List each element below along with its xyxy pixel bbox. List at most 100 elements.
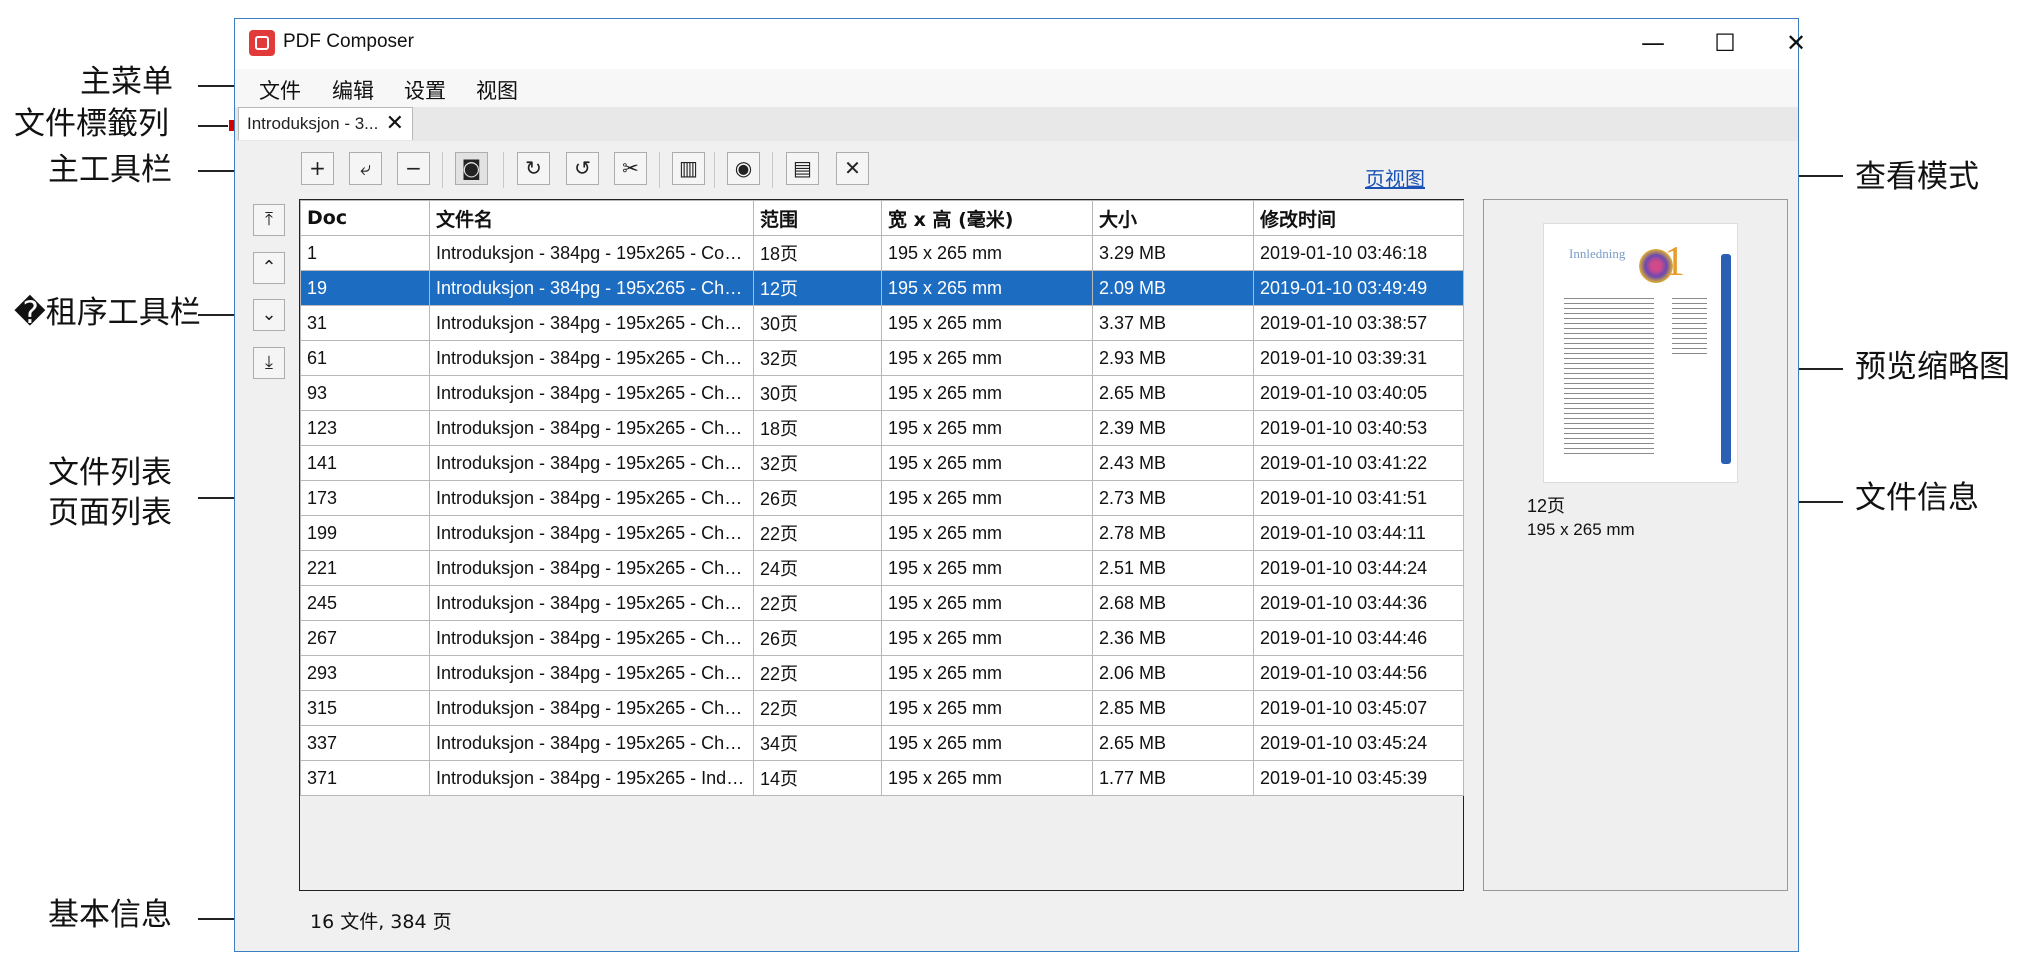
rotate-right-button[interactable]: ↻	[517, 152, 550, 185]
table-cell: 18页	[753, 235, 882, 271]
document-tab[interactable]: Introduksjon - 3... ✕	[238, 107, 413, 140]
table-row[interactable]: 93 Introduksjon - 384pg - 195x265 - Chapt…	[300, 375, 1464, 411]
pdf-app-icon	[249, 30, 275, 56]
preview-page-size: 195 x 265 mm	[1527, 520, 1635, 539]
table-cell: 2019-01-10 03:44:36	[1253, 585, 1464, 621]
table-row[interactable]: 61 Introduksjon - 384pg - 195x265 - Chapt…	[300, 340, 1464, 376]
menu-edit[interactable]: 编辑	[332, 75, 374, 105]
table-cell: 2019-01-10 03:44:56	[1253, 655, 1464, 691]
table-cell: 195 x 265 mm	[881, 690, 1093, 726]
table-header: Doc 文件名 范围宽 x 高 (毫米) 大小 修改时间	[300, 200, 1464, 236]
menu-settings[interactable]: 设置	[404, 75, 446, 105]
table-row[interactable]: 31 Introduksjon - 384pg - 195x265 - Chapt…	[300, 305, 1464, 341]
table-cell: 141	[300, 445, 430, 481]
maximize-button[interactable]: ☐	[1690, 23, 1760, 63]
table-cell: Introduksjon - 384pg - 195x265 - Chapter…	[429, 480, 754, 516]
cut-button[interactable]: ✂	[614, 152, 647, 185]
column-header[interactable]: 修改时间	[1253, 200, 1464, 236]
tab-close-icon[interactable]: ✕	[386, 110, 404, 136]
table-row[interactable]: 141 Introduksjon - 384pg - 195x265 - Chap…	[300, 445, 1464, 481]
table-cell: 32页	[753, 340, 882, 376]
table-cell: 267	[300, 620, 430, 656]
snapshot-button[interactable]: ◙	[455, 152, 488, 185]
close-button[interactable]: ✕	[1761, 23, 1831, 63]
table-row[interactable]: 1 Introduksjon - 384pg - 195x265 - Cover …	[300, 235, 1464, 271]
rotate-left-button[interactable]: ↺	[566, 152, 599, 185]
preview-button[interactable]: ◉	[727, 152, 760, 185]
table-row[interactable]: 267 Introduksjon - 384pg - 195x265 - Chap…	[300, 620, 1464, 656]
table-cell: 195 x 265 mm	[881, 480, 1093, 516]
table-row[interactable]: 123 Introduksjon - 384pg - 195x265 - Chap…	[300, 410, 1464, 446]
table-cell: 371	[300, 760, 430, 796]
toolbar-separator	[659, 152, 660, 188]
menu-view[interactable]: 视图	[476, 75, 518, 105]
move-to-top-button[interactable]: ⤒	[253, 204, 285, 236]
table-cell: 195 x 265 mm	[881, 760, 1093, 796]
table-cell: 30页	[753, 305, 882, 341]
table-cell: 2.36 MB	[1092, 620, 1254, 656]
table-body: 1 Introduksjon - 384pg - 195x265 - Cover …	[300, 235, 1464, 796]
column-header[interactable]: 文件名	[429, 200, 754, 236]
toolbar-separator	[442, 152, 443, 188]
callout-main-toolbar: 主工具栏	[48, 152, 172, 188]
table-row[interactable]: 293 Introduksjon - 384pg - 195x265 - Chap…	[300, 655, 1464, 691]
table-row[interactable]: 199 Introduksjon - 384pg - 195x265 - Chap…	[300, 515, 1464, 551]
table-cell: Introduksjon - 384pg - 195x265 - Chapter…	[429, 375, 754, 411]
table-cell: 22页	[753, 690, 882, 726]
remove-button[interactable]: −	[397, 152, 430, 185]
column-header[interactable]: 大小	[1092, 200, 1254, 236]
table-cell: 337	[300, 725, 430, 761]
column-header[interactable]: 范围	[753, 200, 882, 236]
insert-button[interactable]: ⤶	[349, 152, 382, 185]
page-view-link[interactable]: 页视图	[1365, 163, 1425, 192]
table-cell: 195 x 265 mm	[881, 305, 1093, 341]
callout-page-list: 页面列表	[48, 495, 172, 531]
table-cell: 195 x 265 mm	[881, 620, 1093, 656]
title-bar[interactable]: PDF Composer — ☐ ✕	[235, 19, 1806, 69]
table-cell: 2019-01-10 03:38:57	[1253, 305, 1464, 341]
table-cell: 123	[300, 410, 430, 446]
table-row[interactable]: 221 Introduksjon - 384pg - 195x265 - Chap…	[300, 550, 1464, 586]
table-cell: 2019-01-10 03:45:39	[1253, 760, 1464, 796]
thumbnail-chapter-number: 1	[1664, 239, 1685, 285]
table-cell: 195 x 265 mm	[881, 375, 1093, 411]
close-button[interactable]: ✕	[836, 152, 869, 185]
file-list[interactable]: Doc 文件名 范围宽 x 高 (毫米) 大小 修改时间 1 Introduksjon -…	[299, 199, 1464, 891]
table-row[interactable]: 173 Introduksjon - 384pg - 195x265 - Chap…	[300, 480, 1464, 516]
move-up-button[interactable]: ⌃	[253, 252, 285, 284]
add-button[interactable]: +	[301, 152, 334, 185]
table-cell: 2019-01-10 03:41:22	[1253, 445, 1464, 481]
split-button[interactable]: ▥	[672, 152, 705, 185]
table-cell: 24页	[753, 550, 882, 586]
document-tab-label: Introduksjon - 3...	[247, 114, 379, 133]
column-header[interactable]: Doc	[300, 200, 430, 236]
table-cell: Introduksjon - 384pg - 195x265 - Chapter…	[429, 690, 754, 726]
table-row[interactable]: 19 Introduksjon - 384pg - 195x265 - Chapt…	[300, 270, 1464, 306]
menu-file[interactable]: 文件	[259, 75, 301, 105]
table-row[interactable]: 337 Introduksjon - 384pg - 195x265 - Chap…	[300, 725, 1464, 761]
callout-preview-thumb: 预览缩略图	[1855, 349, 2010, 385]
preview-thumbnail[interactable]: Innledning 1	[1543, 223, 1738, 483]
table-row[interactable]: 371 Introduksjon - 384pg - 195x265 - Inde…	[300, 760, 1464, 796]
table-cell: Introduksjon - 384pg - 195x265 - Index.p…	[429, 760, 754, 796]
preview-page-count: 12页	[1527, 496, 1566, 516]
table-row[interactable]: 245 Introduksjon - 384pg - 195x265 - Chap…	[300, 585, 1464, 621]
table-cell: 2019-01-10 03:39:31	[1253, 340, 1464, 376]
column-header[interactable]: 宽 x 高 (毫米)	[881, 200, 1093, 236]
table-cell: 3.29 MB	[1092, 235, 1254, 271]
table-row[interactable]: 315 Introduksjon - 384pg - 195x265 - Chap…	[300, 690, 1464, 726]
preview-panel: Innledning 1 12页 195 x 265 mm	[1483, 199, 1788, 891]
table-cell: Introduksjon - 384pg - 195x265 - Chapter…	[429, 270, 754, 306]
table-cell: 2.78 MB	[1092, 515, 1254, 551]
move-to-bottom-button[interactable]: ⤓	[253, 347, 285, 379]
table-cell: 93	[300, 375, 430, 411]
table-cell: Introduksjon - 384pg - 195x265 - Chapter…	[429, 585, 754, 621]
status-bar: 16 文件, 384 页	[310, 911, 452, 933]
table-cell: Introduksjon - 384pg - 195x265 - Chapter…	[429, 340, 754, 376]
table-cell: 195 x 265 mm	[881, 515, 1093, 551]
thumbnail-side-column	[1672, 294, 1707, 354]
move-down-button[interactable]: ⌄	[253, 299, 285, 331]
save-button[interactable]: ▤	[786, 152, 819, 185]
callout-view-mode: 查看模式	[1855, 159, 1979, 195]
minimize-button[interactable]: —	[1618, 23, 1688, 63]
